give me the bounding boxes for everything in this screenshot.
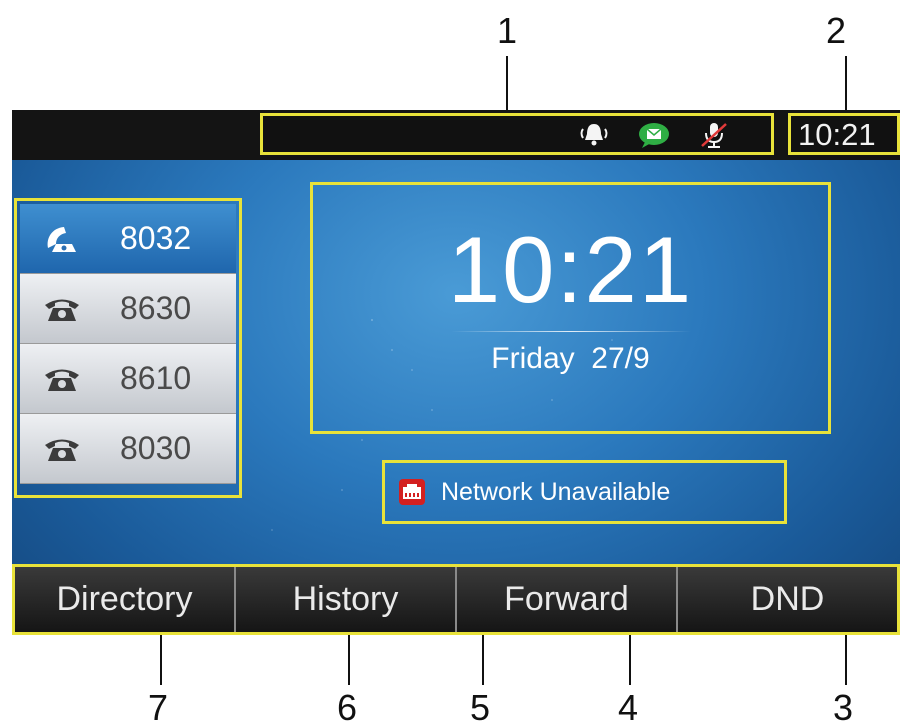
status-icons-area: [260, 113, 774, 155]
line-key-1[interactable]: 8032: [20, 204, 236, 274]
history-softkey[interactable]: History: [236, 567, 457, 632]
callout-3: 3: [833, 687, 854, 728]
callout-7: 7: [148, 687, 169, 728]
network-port-icon: [399, 479, 425, 505]
status-time: 10:21: [788, 113, 900, 155]
directory-softkey[interactable]: Directory: [15, 567, 236, 632]
callout-2: 2: [826, 10, 847, 51]
leader-line-1: [506, 56, 508, 114]
ringing-bell-icon: [580, 124, 608, 146]
line-key-2[interactable]: 8630: [20, 274, 236, 344]
phone-icon: [45, 369, 79, 391]
network-status: Network Unavailable: [382, 460, 787, 524]
handset-icon: [47, 226, 76, 252]
callout-4: 4: [618, 687, 639, 728]
clock-widget: 10:21 Friday 27/9: [310, 182, 831, 434]
callout-1: 1: [497, 10, 518, 51]
clock-divider: [450, 331, 691, 332]
status-bar: 10:21: [12, 110, 900, 160]
phone-icon: [45, 439, 79, 461]
line-key-4[interactable]: 8030: [20, 414, 236, 484]
network-status-text: Network Unavailable: [441, 477, 671, 506]
forward-softkey[interactable]: Forward: [457, 567, 678, 632]
callout-5: 5: [470, 687, 491, 728]
clock-time: 10:21: [447, 217, 694, 322]
softkey-bar: Directory History Forward DND: [12, 564, 900, 635]
line-key-3[interactable]: 8610: [20, 344, 236, 414]
line-key-number: 8630: [120, 290, 192, 326]
leader-line-2: [845, 56, 847, 114]
phone-icon: [45, 299, 79, 321]
dnd-softkey[interactable]: DND: [678, 567, 897, 632]
mute-microphone-icon: [701, 123, 727, 148]
line-key-number: 8032: [120, 220, 192, 256]
phone-screen: 10:21 8032 8630 8610 8030 10:21 Friday 2…: [12, 110, 900, 635]
line-key-number: 8610: [120, 360, 192, 396]
callout-6: 6: [337, 687, 358, 728]
line-key-number: 8030: [120, 430, 192, 466]
message-icon: [639, 123, 669, 148]
line-keys-panel: 8032 8630 8610 8030: [14, 198, 242, 498]
clock-date: Friday 27/9: [491, 342, 650, 375]
